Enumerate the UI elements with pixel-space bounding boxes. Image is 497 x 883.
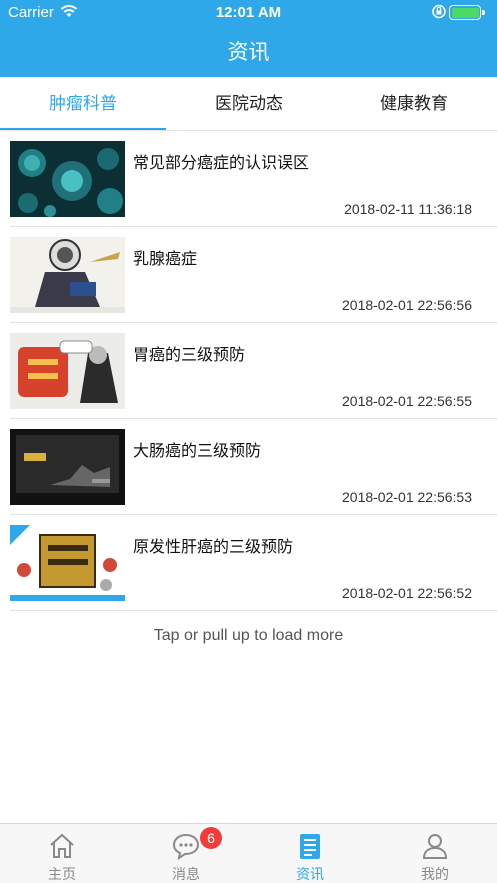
tab-hospital-news[interactable]: 医院动态 <box>166 77 332 131</box>
home-icon <box>47 831 77 861</box>
tabbar-item-messages[interactable]: 6 消息 <box>124 824 248 883</box>
battery-icon <box>449 5 485 20</box>
list-item[interactable]: 乳腺癌症 2018-02-01 22:56:56 <box>0 227 497 323</box>
page-title: 资讯 <box>227 41 270 64</box>
tabbar-item-home[interactable]: 主页 <box>0 824 124 883</box>
news-doc-icon <box>295 831 325 861</box>
tabbar-item-news[interactable]: 资讯 <box>248 824 372 883</box>
article-title: 乳腺癌症 <box>133 251 198 268</box>
article-list: 常见部分癌症的认识误区 2018-02-11 11:36:18 乳腺癌症 201… <box>0 131 497 611</box>
tabbar-label: 消息 <box>172 866 200 882</box>
status-bar: Carrier 12:01 AM <box>0 0 497 26</box>
load-more-button[interactable]: Tap or pull up to load more <box>0 627 497 645</box>
article-title: 大肠癌的三级预防 <box>133 443 262 460</box>
article-date: 2018-02-01 22:56:55 <box>342 393 472 409</box>
dark-poster-image <box>10 429 125 505</box>
clock-time: 12:01 AM <box>215 4 282 21</box>
active-tab-indicator <box>0 128 166 130</box>
list-divider <box>10 610 497 611</box>
category-tabs: 肿瘤科普 医院动态 健康教育 <box>0 77 497 131</box>
tabbar-label: 资讯 <box>296 866 324 882</box>
article-date: 2018-02-01 22:56:56 <box>342 297 472 313</box>
tabbar-item-profile[interactable]: 我的 <box>373 824 497 883</box>
cartoon-illustration-image <box>10 237 125 313</box>
article-title: 胃癌的三级预防 <box>133 347 246 364</box>
cancer-word-cartoon-image <box>10 525 125 601</box>
list-item[interactable]: 常见部分癌症的认识误区 2018-02-11 11:36:18 <box>0 131 497 227</box>
user-icon <box>420 831 450 861</box>
article-date: 2018-02-01 22:56:52 <box>342 585 472 601</box>
bottom-tab-bar: 主页 6 消息 资讯 我的 <box>0 823 497 883</box>
tabbar-label: 我的 <box>421 866 449 882</box>
tab-tumor-science[interactable]: 肿瘤科普 <box>0 77 166 131</box>
article-date: 2018-02-01 22:56:53 <box>342 489 472 505</box>
list-item[interactable]: 原发性肝癌的三级预防 2018-02-01 22:56:52 <box>0 515 497 611</box>
virus-cells-image <box>10 141 125 217</box>
list-item[interactable]: 大肠癌的三级预防 2018-02-01 22:56:53 <box>0 419 497 515</box>
tab-health-education[interactable]: 健康教育 <box>331 77 497 131</box>
article-title: 常见部分癌症的认识误区 <box>133 155 310 172</box>
article-date: 2018-02-11 11:36:18 <box>344 201 472 217</box>
cancer-character-cartoon-image <box>10 333 125 409</box>
list-item[interactable]: 胃癌的三级预防 2018-02-01 22:56:55 <box>0 323 497 419</box>
rotation-lock-icon <box>432 3 446 23</box>
article-title: 原发性肝癌的三级预防 <box>133 539 294 556</box>
chat-bubble-icon <box>171 831 201 861</box>
nav-header: Carrier 12:01 AM 资讯 <box>0 0 497 77</box>
unread-badge: 6 <box>200 827 222 849</box>
tabbar-label: 主页 <box>48 866 76 882</box>
